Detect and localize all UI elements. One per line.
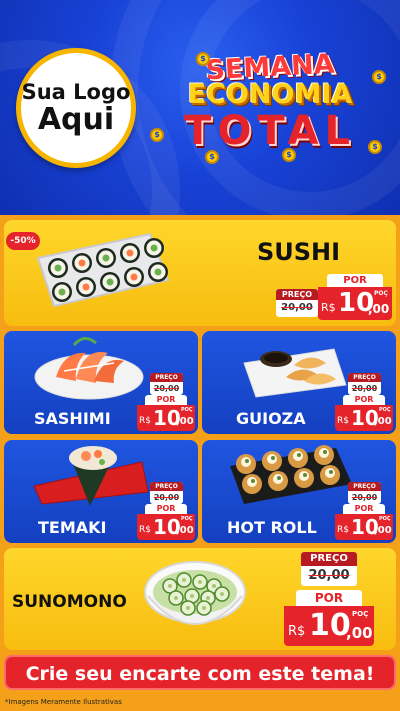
old-price-label: PREÇO — [348, 482, 381, 491]
price-unit: POÇ — [374, 290, 388, 297]
new-price-decimal: ,00 — [346, 624, 373, 642]
price-unit: POÇ — [352, 610, 369, 618]
new-price-label: POR — [343, 504, 385, 514]
new-price-integer: 10 — [309, 608, 351, 643]
price-unit: POÇ — [379, 407, 391, 413]
title-word-total: TOTAL — [184, 108, 356, 154]
new-price-decimal: ,00 — [176, 525, 194, 536]
new-price-label: POR — [145, 395, 187, 405]
logo-line2: Aqui — [37, 101, 115, 137]
logo-placeholder[interactable]: Sua Logo Aqui — [16, 48, 136, 168]
currency-symbol: R$ — [337, 416, 349, 426]
currency-symbol: R$ — [321, 301, 336, 314]
campaign-title: SEMANA ECONOMIA TOTAL — [150, 49, 390, 154]
product-name: SUNOMONO — [12, 592, 127, 612]
old-price-label: PREÇO — [150, 482, 183, 491]
new-price-tag: POR R$ 10 POÇ ,00 — [335, 395, 393, 431]
coin-icon: $ — [368, 140, 382, 154]
old-price-value: 20,00 — [281, 302, 313, 313]
old-price-label: PREÇO — [301, 552, 357, 566]
new-price-decimal: ,00 — [374, 416, 392, 427]
logo-line1: Sua Logo — [21, 79, 131, 104]
new-price-tag: POR R$ 10 POÇ ,00 — [284, 590, 374, 646]
gyoza-plate-icon — [243, 348, 347, 398]
old-price-value: 20,00 — [153, 493, 180, 502]
product-name: SASHIMI — [34, 409, 111, 428]
coin-icon: $ — [372, 70, 386, 84]
currency-symbol: R$ — [337, 525, 349, 535]
product-name: SUSHI — [257, 238, 341, 266]
sunomono-bowl-icon — [144, 561, 246, 625]
coin-icon: $ — [150, 128, 164, 142]
product-name: HOT ROLL — [227, 518, 317, 537]
new-price-decimal: ,00 — [374, 525, 392, 536]
product-name: TEMAKI — [38, 518, 107, 537]
old-price-tag: PREÇO 20,00 — [150, 373, 183, 395]
product-name: GUIOZA — [236, 409, 306, 428]
product-card-sashimi[interactable]: SASHIMI PREÇO 20,00 POR R$ 10 POÇ ,00 — [4, 331, 198, 434]
product-card-temaki[interactable]: TEMAKI PREÇO 20,00 POR R$ 10 POÇ ,00 — [4, 440, 198, 543]
sashimi-plate-icon — [34, 337, 144, 400]
new-price-label: POR — [327, 274, 383, 287]
currency-symbol: R$ — [139, 525, 151, 535]
new-price-tag: POR R$ 10 POÇ ,00 — [335, 504, 393, 540]
old-price-value: 20,00 — [153, 384, 180, 393]
new-price-decimal: ,00 — [176, 416, 194, 427]
old-price-tag: PREÇO 20,00 — [301, 552, 357, 586]
price-unit: POÇ — [181, 407, 193, 413]
product-card-guioza[interactable]: GUIOZA PREÇO 20,00 POR R$ 10 POÇ ,00 — [202, 331, 396, 434]
new-price-tag: POR R$ 10 POÇ ,00 — [137, 395, 195, 431]
old-price-tag: PREÇO 20,00 — [150, 482, 183, 504]
cta-banner[interactable]: Crie seu encarte com este tema! — [4, 655, 396, 690]
new-price-label: POR — [296, 590, 362, 606]
coin-icon: $ — [196, 52, 210, 66]
featured-product-card[interactable]: SUSHI PREÇO 20,00 POR R$ 10 POÇ ,00 — [4, 220, 396, 326]
sushi-tray-icon — [36, 232, 170, 308]
currency-symbol: R$ — [139, 416, 151, 426]
new-price-label: POR — [145, 504, 187, 514]
disclaimer-footnote: *Imagens Meramente Ilustrativas — [5, 698, 122, 706]
new-price-decimal: ,00 — [368, 302, 390, 316]
discount-badge: -50% — [6, 232, 40, 250]
old-price-value: 20,00 — [351, 384, 378, 393]
price-unit: POÇ — [379, 516, 391, 522]
price-unit: POÇ — [181, 516, 193, 522]
new-price-label: POR — [343, 395, 385, 405]
old-price-label: PREÇO — [348, 373, 381, 382]
old-price-tag: PREÇO 20,00 — [276, 289, 318, 317]
currency-symbol: R$ — [288, 624, 306, 639]
product-card-sunomono[interactable]: SUNOMONO PREÇO 20,00 POR R$ 10 POÇ ,00 — [4, 548, 396, 650]
new-price-tag: POR R$ 10 POÇ ,00 — [137, 504, 195, 540]
old-price-label: PREÇO — [150, 373, 183, 382]
old-price-tag: PREÇO 20,00 — [348, 482, 381, 504]
product-card-hot-roll[interactable]: HOT ROLL PREÇO 20,00 POR R$ 10 POÇ ,00 — [202, 440, 396, 543]
old-price-value: 20,00 — [308, 568, 350, 583]
hot-roll-tray-icon — [230, 445, 352, 504]
old-price-value: 20,00 — [351, 493, 378, 502]
coin-icon: $ — [205, 150, 219, 164]
header-banner: Sua Logo Aqui SEMANA ECONOMIA TOTAL $ $ … — [0, 0, 400, 215]
old-price-tag: PREÇO 20,00 — [348, 373, 381, 395]
new-price-tag: POR R$ 10 POÇ ,00 — [318, 274, 392, 320]
coin-icon: $ — [282, 148, 296, 162]
temaki-cone-icon — [33, 446, 149, 506]
old-price-label: PREÇO — [276, 289, 318, 300]
